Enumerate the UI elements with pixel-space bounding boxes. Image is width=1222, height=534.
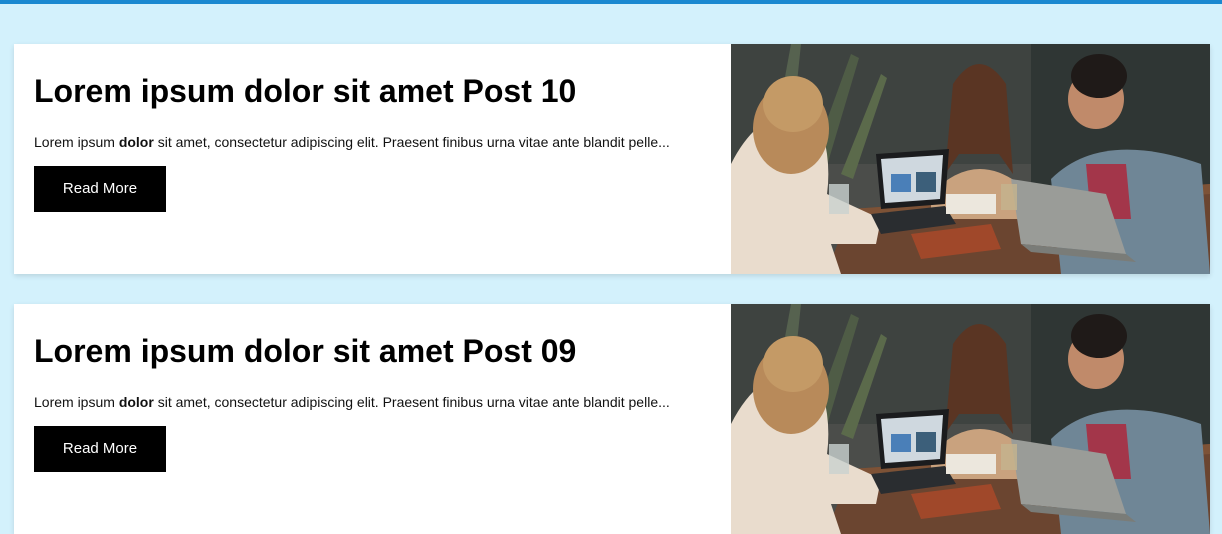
excerpt-bold-text: dolor: [118, 134, 154, 150]
post-body: Lorem ipsum dolor sit amet Post 10 Lorem…: [34, 44, 724, 212]
post-image[interactable]: [731, 44, 1210, 274]
post-title[interactable]: Lorem ipsum dolor sit amet Post 10: [34, 70, 724, 112]
excerpt-bold-text: dolor: [118, 394, 154, 410]
excerpt-text: Lorem ipsum: [34, 134, 119, 150]
read-more-button[interactable]: Read More: [34, 166, 166, 212]
post-card: Lorem ipsum dolor sit amet Post 09 Lorem…: [14, 304, 1210, 534]
excerpt-text: Lorem ipsum: [34, 394, 119, 410]
read-more-button[interactable]: Read More: [34, 426, 166, 472]
post-body: Lorem ipsum dolor sit amet Post 09 Lorem…: [34, 304, 724, 472]
excerpt-text: sit amet, consectetur adipiscing elit. P…: [153, 134, 670, 150]
post-title[interactable]: Lorem ipsum dolor sit amet Post 09: [34, 330, 724, 372]
post-excerpt: Lorem ipsum dolor sit amet, consectetur …: [34, 392, 724, 412]
top-accent-bar: [0, 0, 1222, 4]
post-card: Lorem ipsum dolor sit amet Post 10 Lorem…: [14, 44, 1210, 274]
post-image[interactable]: [731, 304, 1210, 534]
excerpt-text: sit amet, consectetur adipiscing elit. P…: [153, 394, 670, 410]
post-excerpt: Lorem ipsum dolor sit amet, consectetur …: [34, 132, 724, 152]
